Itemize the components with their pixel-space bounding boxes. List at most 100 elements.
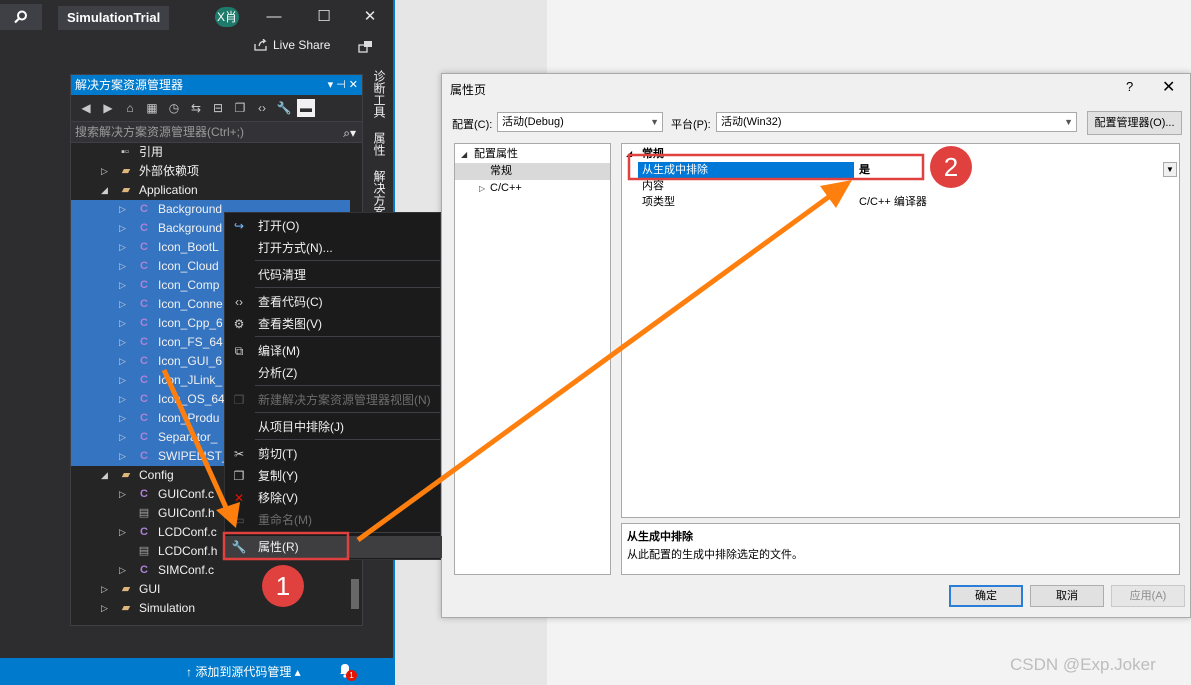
properties-wrench-icon[interactable]: 🔧 [275,99,293,117]
minimize-button[interactable]: — [258,5,290,29]
tree-row-label: Background [158,221,223,235]
collapsed-arrow-icon[interactable]: ▷ [101,162,111,181]
collapsed-arrow-icon[interactable]: ▷ [101,580,111,599]
avatar[interactable]: X肖 [215,7,239,27]
grid-category[interactable]: ◢ 常规 [622,146,1179,162]
context-menu-label: 打开方式(N)... [258,241,333,255]
collapsed-arrow-icon[interactable]: ▷ [119,428,129,447]
collapsed-arrow-icon[interactable]: ▷ [119,314,129,333]
tree-row[interactable]: ▷ ▰ 外部依赖项 [71,162,350,181]
description-title: 从生成中排除 [627,531,693,543]
context-menu-item[interactable]: ❐ 复制(Y) [225,465,442,487]
expanded-arrow-icon[interactable]: ◢ [101,466,111,485]
collapsed-arrow-icon[interactable]: ▷ [119,409,129,428]
context-menu-item[interactable]: 分析(Z) [225,362,442,384]
context-menu-item[interactable]: ✂ 剪切(T) [225,443,442,465]
platform-label: 平台(P): [671,119,711,131]
collapsed-arrow-icon[interactable]: ▷ [119,390,129,409]
cancel-button[interactable]: 取消 [1030,585,1104,607]
vs-search-button[interactable] [0,4,42,30]
preview-selected-icon[interactable]: ▬ [297,99,315,117]
back-icon[interactable]: ◀ [77,99,95,117]
tree-row[interactable]: ▷ ▰ Simulation [71,599,350,618]
context-menu-item[interactable]: ❐ 新建解决方案资源管理器视图(N) [225,389,442,411]
grid-row-content[interactable]: 内容 [622,178,1179,194]
chevron-down-icon[interactable]: ▼ [1163,162,1177,177]
collapsed-arrow-icon[interactable]: ▷ [119,352,129,371]
solution-search-input[interactable]: 搜索解决方案资源管理器(Ctrl+;) ⌕▾ [71,121,362,143]
context-menu-item[interactable]: 从项目中排除(J) [225,416,442,438]
expanded-arrow-icon[interactable]: ◢ [101,181,111,200]
context-menu-item[interactable]: ↪ 打开(O) [225,215,442,237]
tree-item-general[interactable]: 常规 [455,163,610,180]
collapsed-arrow-icon[interactable]: ▷ [119,333,129,352]
context-menu-item[interactable]: ▭ 重命名(M) [225,509,442,531]
context-menu-item[interactable]: 打开方式(N)... [225,237,442,259]
home-icon[interactable]: ⌂ [121,99,139,117]
collapsed-arrow-icon[interactable]: ▷ [119,257,129,276]
context-menu-item[interactable]: ✕ 移除(V) [225,487,442,509]
context-menu-item[interactable]: 代码清理 [225,264,442,286]
help-button[interactable]: ? [1126,79,1133,94]
feedback-icon[interactable] [358,40,374,54]
collapsed-arrow-icon[interactable]: ▷ [119,447,129,466]
context-menu-item[interactable]: ⧉ 编译(M) [225,340,442,362]
show-all-files-icon[interactable]: ❐ [231,99,249,117]
collapsed-arrow-icon[interactable]: ▷ [119,276,129,295]
tree-row-label: Icon_JLink_ [158,373,223,387]
collapsed-arrow-icon[interactable]: ▷ [101,599,111,618]
tab-diagnostic-tools[interactable]: 诊断工具 [367,68,392,120]
liveshare-row: Live Share [0,34,393,60]
grid-row-value[interactable]: 是 [859,162,870,178]
grid-row-item-type[interactable]: 项类型 C/C++ 编译器 [622,194,1179,210]
ok-button[interactable]: 确定 [949,585,1023,607]
search-icon[interactable]: ⌕▾ [343,123,356,143]
scrollbar-thumb[interactable] [351,579,359,609]
code-icon: ‹› [235,295,243,309]
watermark: CSDN @Exp.Joker [1010,655,1156,674]
context-menu-item[interactable]: ⚙ 查看类图(V) [225,313,442,335]
grid-row-value[interactable]: C/C++ 编译器 [859,194,927,210]
config-select[interactable]: 活动(Debug) ▼ [497,112,663,132]
tree-row[interactable]: ◢ ▰ Application [71,181,350,200]
collapsed-arrow-icon[interactable]: ▷ [119,485,129,504]
tree-row[interactable]: ▪▫ 引用 [71,143,350,162]
context-menu-item[interactable]: ‹› 查看代码(C) [225,291,442,313]
context-menu-label: 代码清理 [258,268,307,282]
platform-select[interactable]: 活动(Win32) ▼ [716,112,1077,132]
context-menu-label: 重命名(M) [258,513,312,527]
add-to-source-control[interactable]: ↑ 添加到源代码管理 ▴ [186,663,301,680]
close-button[interactable]: ✕ [354,5,386,29]
tree-item-cpp[interactable]: ▷ C/C++ [455,180,610,197]
collapsed-arrow-icon[interactable]: ▷ [119,371,129,390]
config-manager-button[interactable]: 配置管理器(O)... [1087,111,1182,135]
collapsed-arrow-icon[interactable]: ▷ [119,219,129,238]
context-menu-label: 从项目中排除(J) [258,420,344,434]
tab-properties[interactable]: 属性 [367,130,392,158]
collapsed-arrow-icon[interactable]: ▷ [119,561,129,580]
collapsed-arrow-icon[interactable]: ▷ [119,200,129,219]
collapse-all-icon[interactable]: ⊟ [209,99,227,117]
folder-icon: ▰ [121,602,131,614]
collapsed-arrow-icon[interactable]: ▷ [119,238,129,257]
switch-views-icon[interactable]: ▦ [143,99,161,117]
apply-button[interactable]: 应用(A) [1111,585,1185,607]
collapsed-arrow-icon[interactable]: ▷ [119,295,129,314]
collapsed-arrow-icon[interactable]: ▷ [119,523,129,542]
maximize-button[interactable]: ☐ [308,5,340,29]
tree-item-config-props[interactable]: ◢ 配置属性 [455,146,610,163]
dialog-close-button[interactable]: ✕ [1162,77,1175,97]
c-file-icon: C [140,355,148,367]
context-menu-item[interactable]: 🔧 属性(R) [225,536,442,558]
sync-icon[interactable]: ⇆ [187,99,205,117]
panel-controls[interactable]: ▾ ⊣ ✕ [328,75,358,95]
tree-row-label: Simulation [139,601,196,615]
live-share-button[interactable]: Live Share [254,38,330,52]
view-code-icon[interactable]: ‹› [253,99,271,117]
menu-separator [255,287,440,288]
tree-row[interactable]: ▷ ▰ GUI [71,580,350,599]
tree-row[interactable]: ▷ C SIMConf.c [71,561,350,580]
grid-row-exclude[interactable]: 从生成中排除 是 ▼ [622,162,1179,178]
history-icon[interactable]: ◷ [165,99,183,117]
forward-icon[interactable]: ▶ [99,99,117,117]
